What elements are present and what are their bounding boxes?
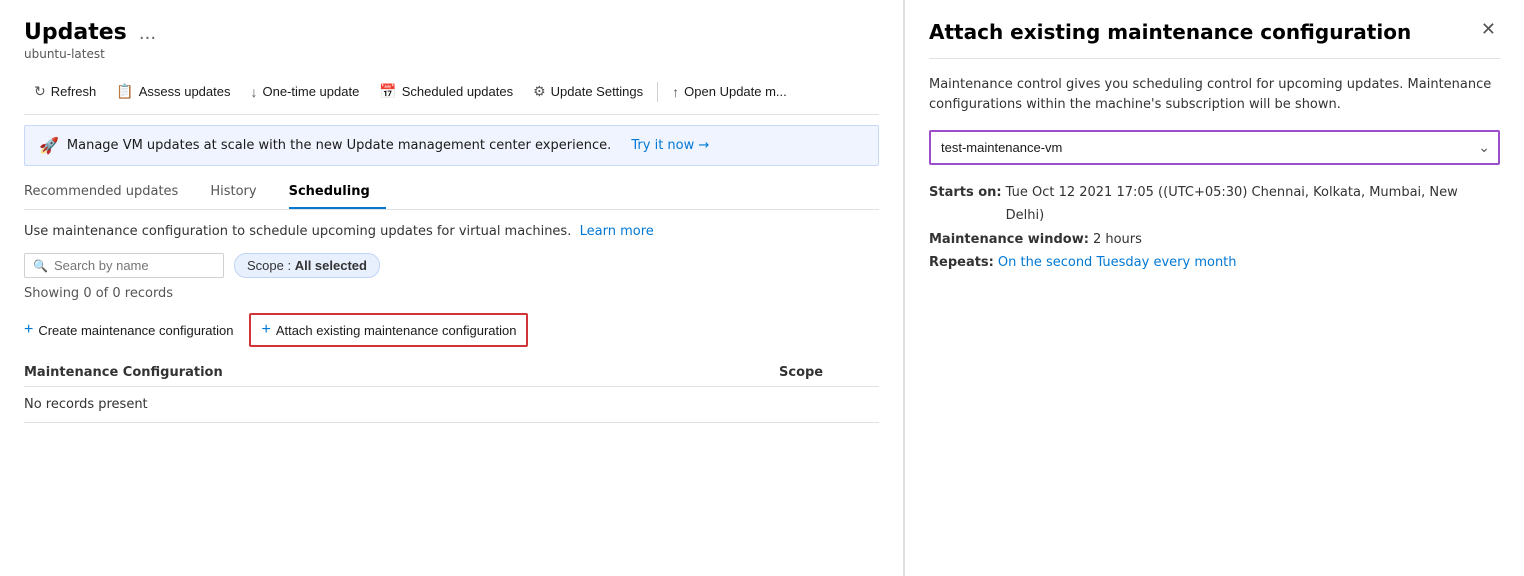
learn-more-link[interactable]: Learn more (580, 224, 654, 239)
scope-value: All selected (295, 258, 367, 273)
panel-title: Attach existing maintenance configuratio… (929, 20, 1477, 44)
tabs: Recommended updates History Scheduling (24, 176, 879, 210)
banner: 🚀 Manage VM updates at scale with the ne… (24, 125, 879, 166)
scheduled-label: Scheduled updates (402, 84, 513, 99)
scheduling-description: Use maintenance configuration to schedul… (24, 224, 879, 239)
panel-description: Maintenance control gives you scheduling… (929, 75, 1500, 114)
table-header: Maintenance Configuration Scope (24, 359, 879, 387)
assess-updates-button[interactable]: 📋 Assess updates (106, 77, 240, 106)
search-input[interactable] (54, 258, 215, 273)
toolbar-divider (657, 82, 658, 102)
window-row: Maintenance window: 2 hours (929, 228, 1500, 251)
toolbar: ↻ Refresh 📋 Assess updates ↓ One-time up… (24, 77, 879, 115)
action-buttons: + Create maintenance configuration + Att… (24, 313, 879, 347)
repeats-value: On the second Tuesday every month (998, 251, 1237, 274)
calendar-icon: 📅 (379, 83, 396, 100)
banner-icon: 🚀 (39, 136, 59, 155)
attach-config-button[interactable]: + Attach existing maintenance configurat… (249, 313, 528, 347)
arrow-up-icon: ↑ (672, 84, 679, 100)
refresh-button[interactable]: ↻ Refresh (24, 77, 106, 106)
page-title-area: Updates ... ubuntu-latest (24, 20, 879, 61)
create-config-button[interactable]: + Create maintenance configuration (24, 319, 233, 341)
repeats-label: Repeats: (929, 251, 994, 274)
assess-label: Assess updates (139, 84, 231, 99)
panel-header: Attach existing maintenance configuratio… (929, 20, 1500, 59)
tab-recommended[interactable]: Recommended updates (24, 176, 194, 209)
dropdown-container: test-maintenance-vm ⌄ (929, 130, 1500, 165)
starts-on-value: Tue Oct 12 2021 17:05 ((UTC+05:30) Chenn… (1006, 181, 1500, 228)
window-value: 2 hours (1093, 228, 1142, 251)
attach-plus-icon: + (261, 321, 270, 339)
search-icon: 🔍 (33, 259, 48, 273)
page-title: Updates (24, 20, 127, 45)
open-update-button[interactable]: ↑ Open Update m... (662, 78, 797, 106)
config-dropdown[interactable]: test-maintenance-vm (929, 130, 1500, 165)
records-count: Showing 0 of 0 records (24, 286, 879, 301)
create-plus-icon: + (24, 321, 33, 339)
scope-button[interactable]: Scope : All selected (234, 253, 380, 278)
scheduling-content: Use maintenance configuration to schedul… (24, 210, 879, 437)
repeats-row: Repeats: On the second Tuesday every mon… (929, 251, 1500, 274)
table-empty-row: No records present (24, 387, 879, 423)
assess-icon: 📋 (116, 83, 133, 100)
scheduled-updates-button[interactable]: 📅 Scheduled updates (369, 77, 523, 106)
update-settings-button[interactable]: ⚙ Update Settings (523, 77, 653, 106)
right-panel: Attach existing maintenance configuratio… (904, 0, 1524, 576)
starts-on-label: Starts on: (929, 181, 1002, 228)
download-icon: ↓ (250, 84, 257, 100)
tab-scheduling[interactable]: Scheduling (289, 176, 386, 209)
maintenance-details: Starts on: Tue Oct 12 2021 17:05 ((UTC+0… (929, 181, 1500, 275)
filter-row: 🔍 Scope : All selected (24, 253, 879, 278)
close-button[interactable]: ✕ (1477, 20, 1500, 38)
attach-btn-label: Attach existing maintenance configuratio… (276, 323, 517, 338)
open-label: Open Update m... (684, 84, 787, 99)
settings-icon: ⚙ (533, 83, 546, 100)
col-scope-header: Scope (779, 365, 879, 380)
left-panel: Updates ... ubuntu-latest ↻ Refresh 📋 As… (0, 0, 904, 576)
banner-link[interactable]: Try it now → (631, 138, 709, 153)
refresh-icon: ↻ (34, 83, 46, 100)
starts-on-row: Starts on: Tue Oct 12 2021 17:05 ((UTC+0… (929, 181, 1500, 228)
settings-label: Update Settings (551, 84, 644, 99)
onetime-update-button[interactable]: ↓ One-time update (240, 78, 369, 106)
tab-history[interactable]: History (210, 176, 272, 209)
refresh-label: Refresh (51, 84, 97, 99)
page-title-ellipsis[interactable]: ... (139, 23, 156, 44)
search-box[interactable]: 🔍 (24, 253, 224, 278)
create-btn-label: Create maintenance configuration (38, 323, 233, 338)
scope-label: Scope : (247, 258, 295, 273)
col-config-header: Maintenance Configuration (24, 365, 779, 380)
window-label: Maintenance window: (929, 228, 1089, 251)
banner-text: Manage VM updates at scale with the new … (67, 138, 611, 153)
onetime-label: One-time update (262, 84, 359, 99)
page-subtitle: ubuntu-latest (24, 47, 879, 61)
